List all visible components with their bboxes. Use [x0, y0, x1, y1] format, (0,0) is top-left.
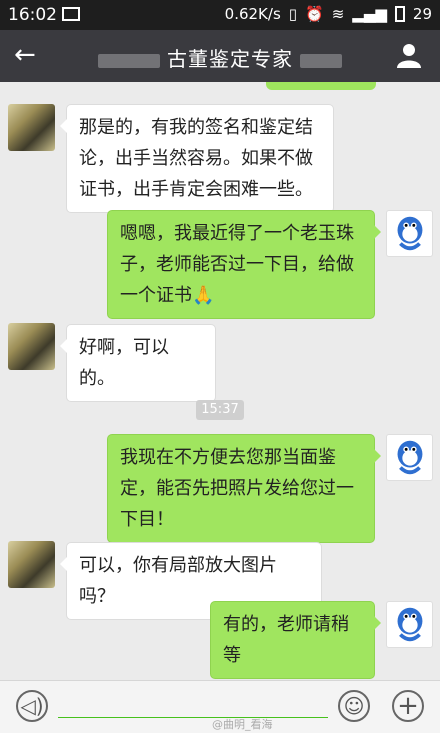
signal-icon: ▂▄▆	[352, 5, 387, 23]
redacted-name-suffix	[300, 53, 343, 68]
profile-icon[interactable]	[396, 42, 422, 68]
status-time: 16:02	[8, 5, 57, 25]
message-input[interactable]	[58, 717, 328, 718]
battery-icon	[394, 6, 405, 22]
incoming-message[interactable]: 那是的，有我的签名和鉴定结论，出手当然容易。如果不做证书，出手肯定会困难一些。	[60, 104, 334, 213]
outgoing-message[interactable]: 我现在不方便去您那当面鉴定，能否先把照片发给您过一下目！	[107, 434, 381, 543]
outgoing-message[interactable]: 有的，老师请稍等	[210, 601, 381, 679]
chat-title-text: 古董鉴定专家	[167, 47, 293, 71]
user-avatar[interactable]	[386, 210, 433, 257]
status-indicators: 0.62K/s ▯ ⏰ ≋ ▂▄▆ 29	[225, 5, 432, 23]
user-avatar[interactable]	[386, 601, 433, 648]
network-speed: 0.62K/s	[224, 5, 281, 23]
message-timestamp: 15:37	[196, 400, 244, 420]
vibrate-icon: ▯	[288, 5, 298, 23]
alarm-icon: ⏰	[305, 5, 324, 23]
contact-avatar[interactable]	[8, 541, 55, 588]
plus-icon[interactable]: +	[392, 690, 424, 722]
emoji-icon[interactable]: ☺	[338, 690, 370, 722]
status-bar: 16:02 0.62K/s ▯ ⏰ ≋ ▂▄▆ 29	[0, 0, 440, 30]
user-avatar[interactable]	[386, 434, 433, 481]
wifi-icon: ≋	[331, 5, 345, 23]
outgoing-message[interactable]: 嗯嗯，我最近得了一个老玉珠子，老师能否过一下目，给做一个证书🙏	[107, 210, 381, 319]
watermark: @曲明_看海	[212, 718, 273, 731]
chat-header: ← 古董鉴定专家	[0, 30, 440, 82]
back-arrow-icon[interactable]: ←	[14, 40, 36, 70]
battery-level: 29	[412, 5, 432, 23]
image-notification-icon	[62, 7, 80, 21]
contact-avatar[interactable]	[8, 323, 55, 370]
contact-avatar[interactable]	[8, 104, 55, 151]
incoming-message[interactable]: 好啊，可以的。	[60, 324, 216, 402]
previous-message-edge	[266, 82, 376, 90]
chat-title: 古董鉴定专家	[64, 43, 376, 72]
voice-input-icon[interactable]: ◁)	[16, 690, 48, 722]
redacted-name-prefix	[97, 53, 160, 68]
